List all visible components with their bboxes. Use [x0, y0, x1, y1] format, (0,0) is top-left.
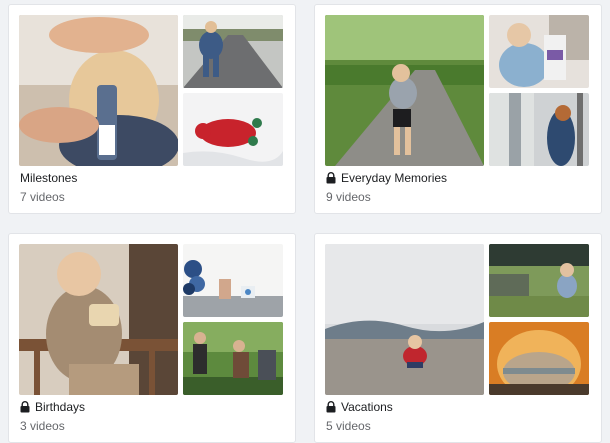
album-video-count: 7 videos — [20, 190, 65, 204]
album-card-vacations[interactable]: Vacations 5 videos — [314, 233, 602, 443]
lock-icon — [326, 401, 336, 413]
album-card-birthdays[interactable]: Birthdays 3 videos — [8, 233, 296, 443]
album-thumbnails — [19, 244, 285, 395]
album-thumbnail — [183, 244, 283, 317]
album-title[interactable]: Vacations — [341, 400, 393, 414]
album-video-count: 5 videos — [326, 419, 371, 433]
album-cover-image — [19, 244, 178, 395]
album-thumbnails — [19, 15, 285, 166]
album-video-count: 9 videos — [326, 190, 371, 204]
album-thumbnail — [489, 15, 589, 88]
album-thumbnail — [183, 93, 283, 166]
album-thumbnail — [489, 93, 589, 166]
album-thumbnail — [183, 322, 283, 395]
album-title-row[interactable]: Everyday Memories — [326, 171, 447, 185]
album-title-row[interactable]: Vacations — [326, 400, 393, 414]
album-card-everyday-memories[interactable]: Everyday Memories 9 videos — [314, 4, 602, 214]
lock-icon — [326, 172, 336, 184]
lock-icon — [20, 401, 30, 413]
album-cover-image — [19, 15, 178, 166]
album-thumbnails — [325, 15, 591, 166]
album-video-count: 3 videos — [20, 419, 65, 433]
album-cover-image — [325, 244, 484, 395]
album-cover-image — [325, 15, 484, 166]
album-title[interactable]: Everyday Memories — [341, 171, 447, 185]
album-thumbnail — [489, 322, 589, 395]
album-title[interactable]: Milestones — [20, 171, 77, 185]
album-thumbnails — [325, 244, 591, 395]
album-title-row[interactable]: Milestones — [20, 171, 77, 185]
album-title[interactable]: Birthdays — [35, 400, 85, 414]
album-thumbnail — [489, 244, 589, 317]
album-card-milestones[interactable]: Milestones 7 videos — [8, 4, 296, 214]
album-title-row[interactable]: Birthdays — [20, 400, 85, 414]
album-thumbnail — [183, 15, 283, 88]
